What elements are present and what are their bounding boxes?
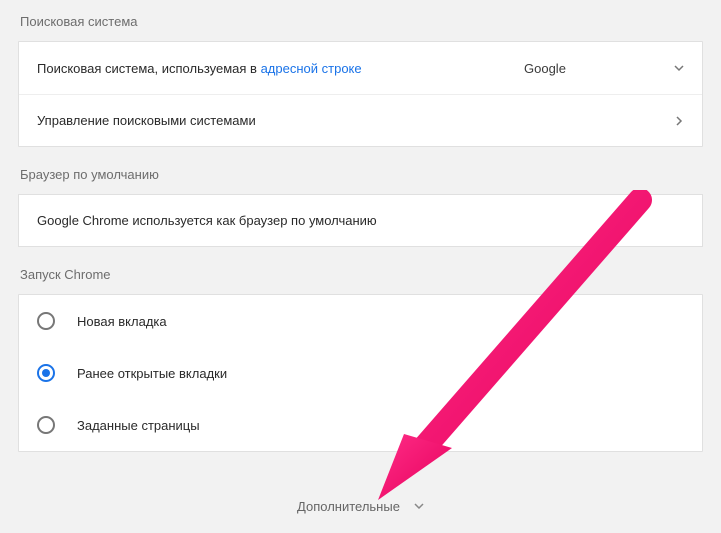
search-engine-prefix: Поисковая система, используемая в — [37, 61, 261, 76]
chevron-down-icon — [414, 499, 424, 514]
selected-engine-value: Google — [524, 61, 566, 76]
startup-option[interactable]: Ранее открытые вкладки — [19, 347, 702, 399]
startup-option-label: Ранее открытые вкладки — [77, 366, 227, 381]
advanced-label: Дополнительные — [297, 499, 400, 514]
address-bar-link[interactable]: адресной строке — [261, 61, 362, 76]
startup-option[interactable]: Новая вкладка — [19, 295, 702, 347]
on-startup-card: Новая вкладка Ранее открытые вкладки Задан… — [18, 294, 703, 452]
chevron-down-icon — [674, 61, 684, 76]
startup-option-label: Новая вкладка — [77, 314, 167, 329]
search-engine-row[interactable]: Поисковая система, используемая в адресн… — [19, 42, 702, 94]
on-startup-section: Запуск Chrome Новая вкладка Ранее открыты… — [18, 263, 703, 452]
advanced-toggle[interactable]: Дополнительные — [0, 489, 721, 523]
default-browser-title: Браузер по умолчанию — [18, 163, 703, 194]
on-startup-title: Запуск Chrome — [18, 263, 703, 294]
startup-option[interactable]: Заданные страницы — [19, 399, 702, 451]
search-engine-section: Поисковая система Поисковая система, исп… — [18, 10, 703, 147]
radio-button[interactable] — [37, 416, 55, 434]
default-browser-section: Браузер по умолчанию Google Chrome испол… — [18, 163, 703, 247]
radio-button[interactable] — [37, 312, 55, 330]
search-engine-dropdown[interactable]: Google — [524, 61, 684, 76]
default-browser-message: Google Chrome используется как браузер п… — [18, 194, 703, 247]
search-engine-row-label: Поисковая система, используемая в адресн… — [37, 61, 524, 76]
chevron-right-icon — [674, 116, 684, 126]
startup-option-label: Заданные страницы — [77, 418, 200, 433]
manage-engines-row[interactable]: Управление поисковыми системами — [19, 94, 702, 146]
search-engine-card: Поисковая система, используемая в адресн… — [18, 41, 703, 147]
search-engine-title: Поисковая система — [18, 10, 703, 41]
manage-engines-label: Управление поисковыми системами — [37, 113, 664, 128]
radio-button[interactable] — [37, 364, 55, 382]
